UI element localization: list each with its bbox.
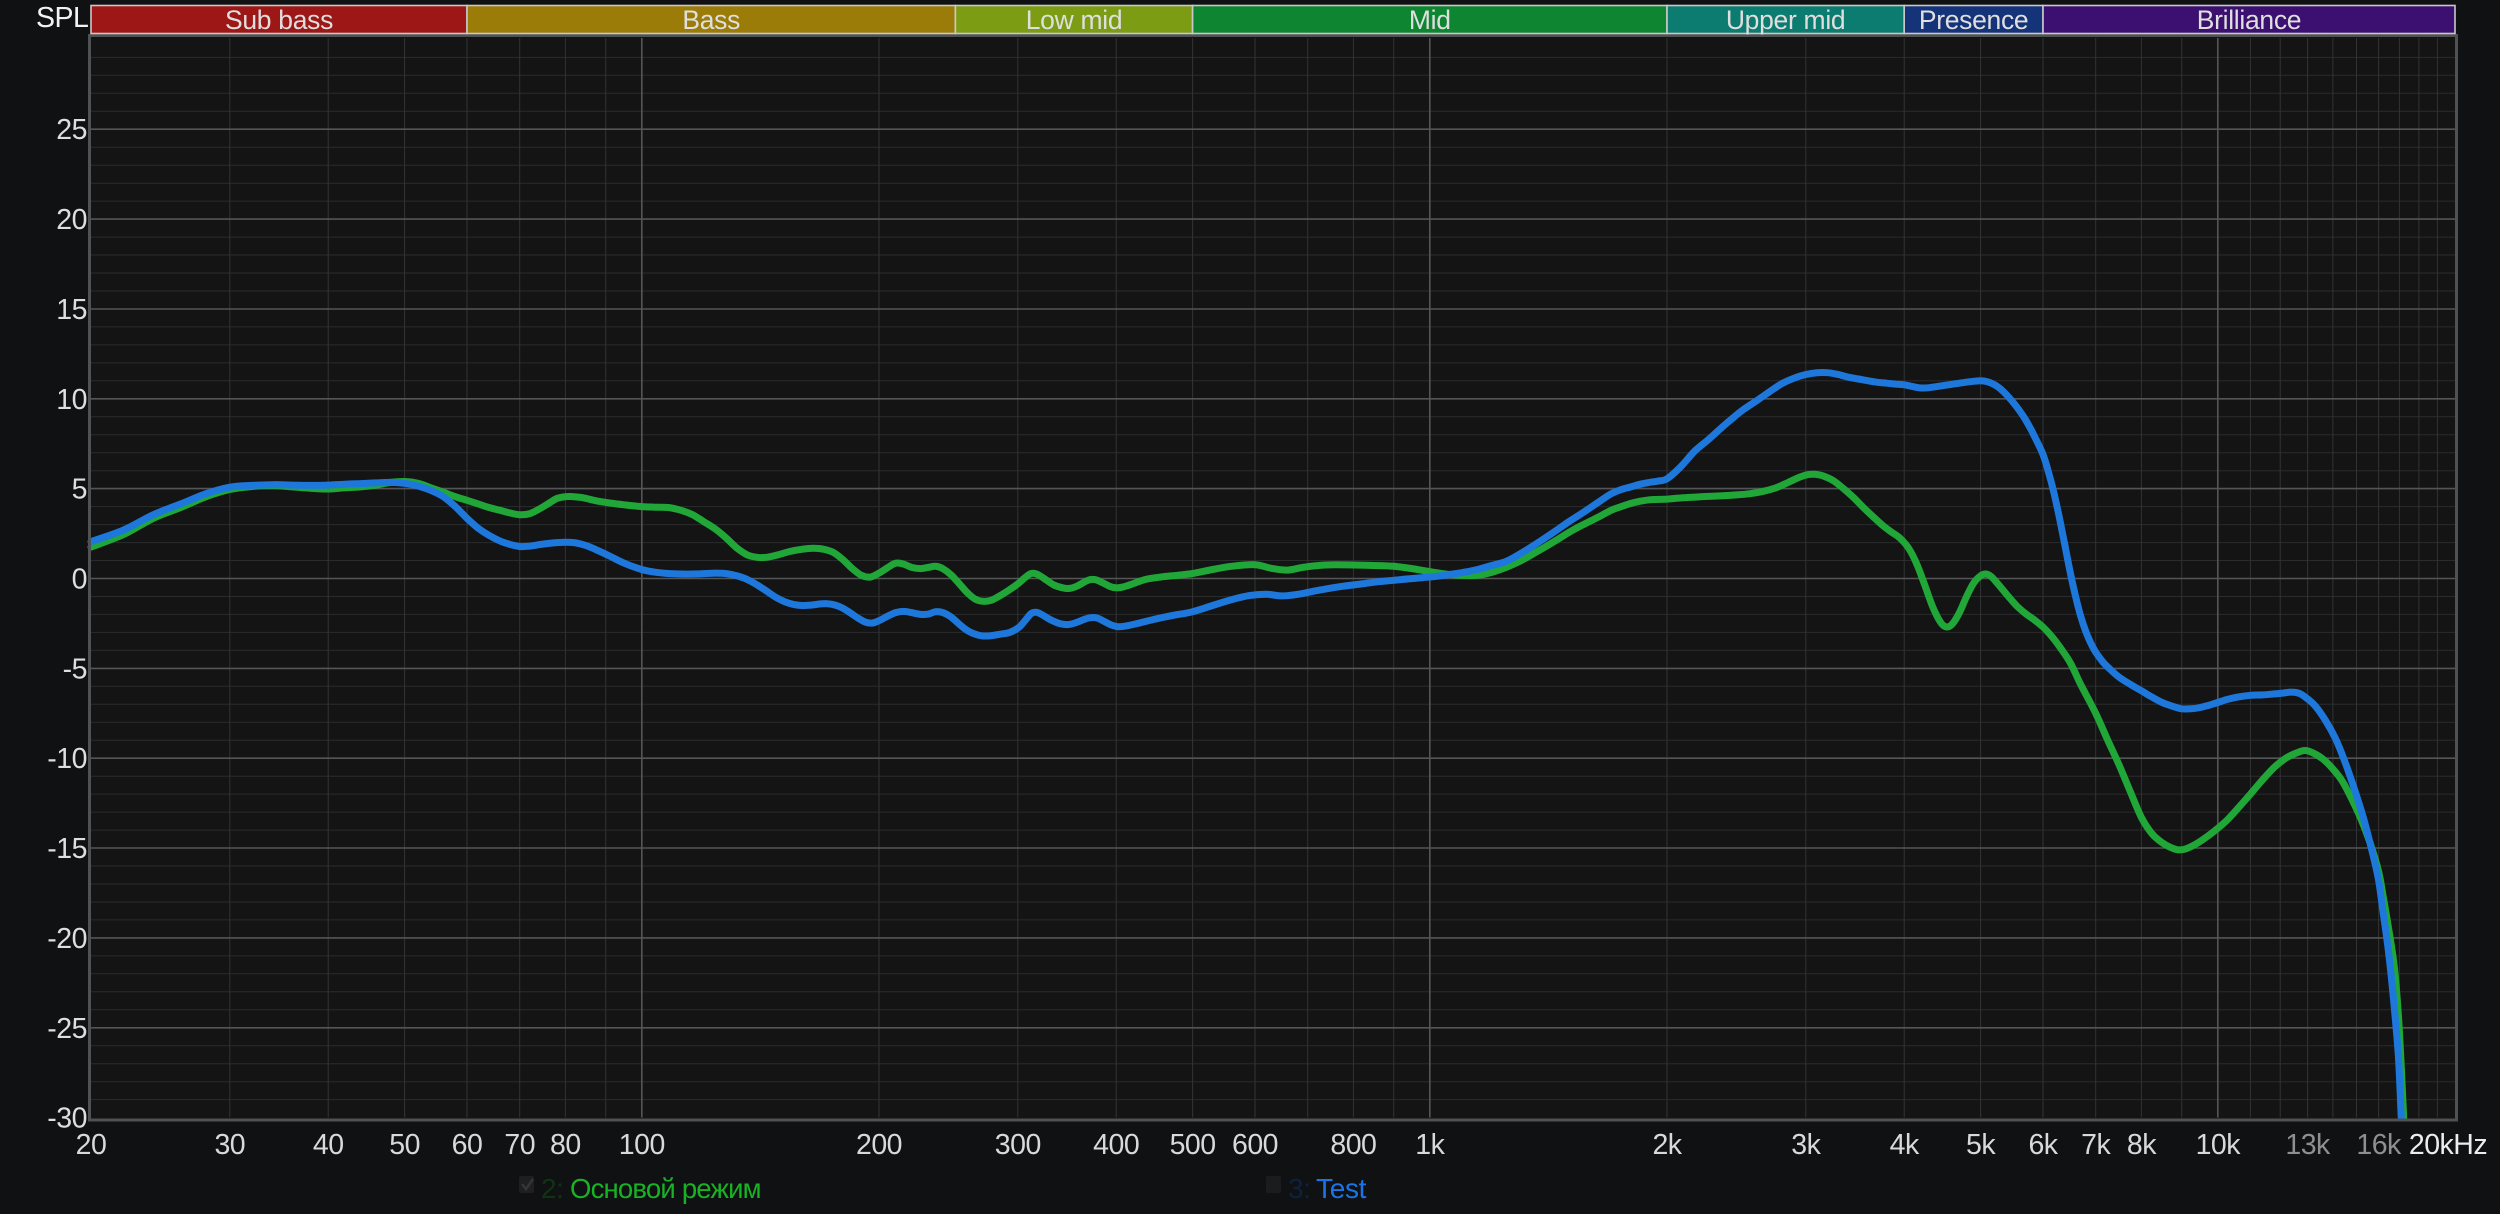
svg-text:500: 500 [1170, 1129, 1216, 1161]
svg-text:-15: -15 [47, 833, 87, 865]
svg-text:80: 80 [550, 1129, 581, 1161]
svg-text:SPL: SPL [36, 2, 88, 34]
svg-text:Mid: Mid [1409, 5, 1451, 35]
svg-text:Upper mid: Upper mid [1726, 5, 1846, 35]
svg-text:Presence: Presence [1919, 5, 2029, 35]
svg-text:40: 40 [313, 1129, 344, 1161]
svg-text:-10: -10 [47, 743, 87, 775]
svg-text:600: 600 [1232, 1129, 1278, 1161]
svg-text:Test: Test [1316, 1173, 1367, 1204]
svg-text:20: 20 [56, 204, 87, 236]
svg-text:10k: 10k [2196, 1129, 2242, 1161]
svg-text:3:: 3: [1288, 1173, 1310, 1204]
svg-text:3k: 3k [1791, 1129, 1821, 1161]
svg-text:7k: 7k [2081, 1129, 2111, 1161]
svg-text:Low mid: Low mid [1026, 5, 1123, 35]
svg-text:25: 25 [56, 114, 87, 146]
svg-text:10: 10 [56, 384, 87, 416]
svg-text:100: 100 [619, 1129, 665, 1161]
svg-text:13k: 13k [2285, 1129, 2331, 1161]
svg-text:200: 200 [856, 1129, 902, 1161]
svg-text:8k: 8k [2127, 1129, 2157, 1161]
svg-text:15: 15 [56, 294, 87, 326]
svg-text:300: 300 [995, 1129, 1041, 1161]
svg-text:4k: 4k [1890, 1129, 1920, 1161]
svg-text:2:: 2: [541, 1173, 563, 1204]
svg-text:50: 50 [389, 1129, 420, 1161]
svg-text:70: 70 [504, 1129, 535, 1161]
svg-text:Brilliance: Brilliance [2197, 5, 2302, 35]
svg-text:-5: -5 [63, 653, 87, 685]
svg-text:1k: 1k [1415, 1129, 1445, 1161]
svg-text:20kHz: 20kHz [2409, 1129, 2487, 1161]
svg-text:16k: 16k [2356, 1129, 2402, 1161]
svg-text:800: 800 [1330, 1129, 1376, 1161]
svg-text:5k: 5k [1966, 1129, 1996, 1161]
svg-text:60: 60 [452, 1129, 483, 1161]
svg-text:5: 5 [72, 474, 87, 506]
svg-text:2k: 2k [1652, 1129, 1682, 1161]
svg-text:0: 0 [72, 564, 87, 596]
svg-text:-20: -20 [47, 923, 87, 955]
svg-text:-25: -25 [47, 1013, 87, 1045]
svg-text:400: 400 [1093, 1129, 1139, 1161]
svg-text:30: 30 [214, 1129, 245, 1161]
svg-text:Основой режим: Основой режим [570, 1173, 761, 1204]
svg-text:Bass: Bass [682, 5, 740, 35]
svg-text:Sub bass: Sub bass [225, 5, 333, 35]
svg-text:6k: 6k [2028, 1129, 2058, 1161]
svg-text:20: 20 [76, 1129, 107, 1161]
